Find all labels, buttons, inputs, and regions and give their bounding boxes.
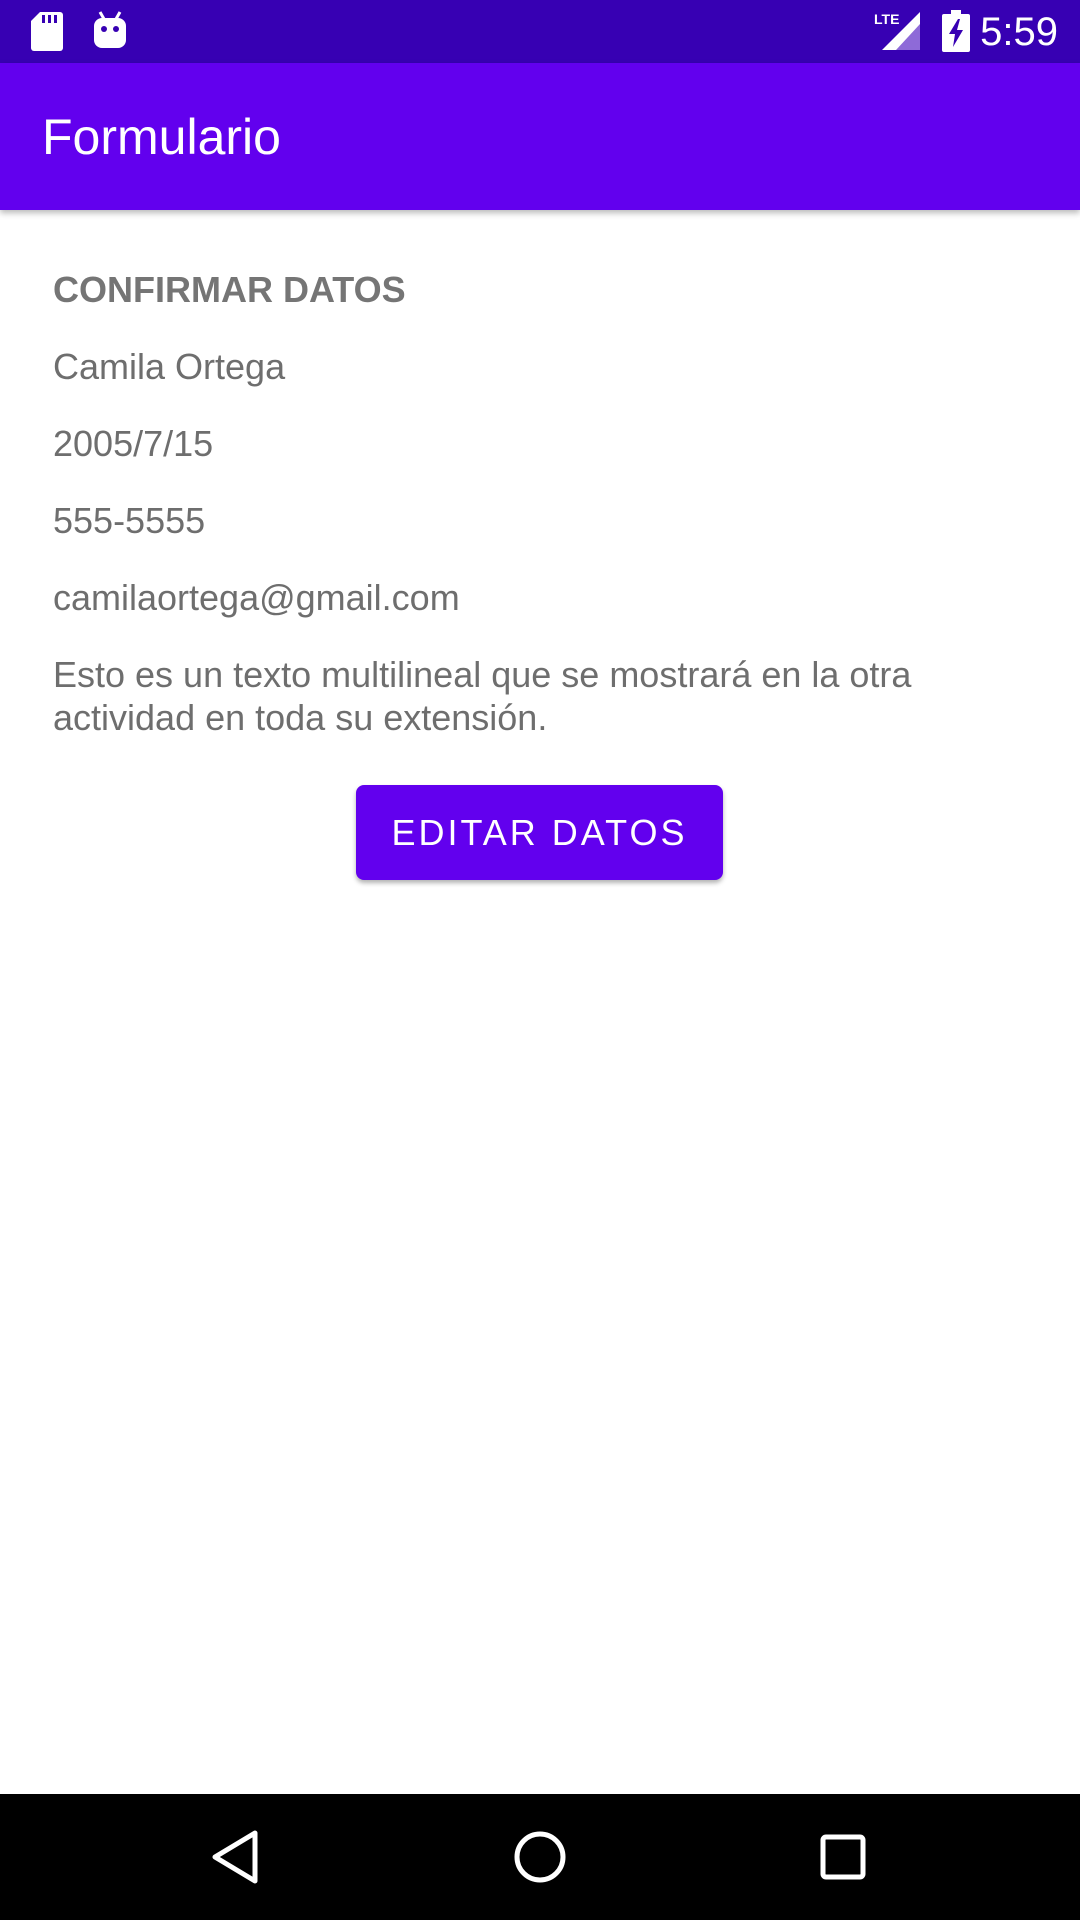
battery-charging-icon — [942, 10, 970, 52]
name-value: Camila Ortega — [53, 346, 286, 387]
android-debug-icon — [94, 11, 126, 48]
back-icon[interactable] — [207, 1827, 267, 1887]
app-bar: Formulario — [0, 63, 1080, 210]
status-bar: LTE 5:59 — [0, 0, 1080, 63]
recents-icon[interactable] — [813, 1827, 873, 1887]
description-value: Esto es un texto multilineal que se most… — [53, 654, 912, 738]
confirm-heading: CONFIRMAR DATOS — [53, 269, 406, 310]
email-value: camilaortega@gmail.com — [53, 577, 460, 618]
home-icon[interactable] — [510, 1827, 570, 1887]
edit-data-button[interactable]: EDITAR DATOS — [356, 785, 723, 880]
status-bar-clock: 5:59 — [980, 10, 1058, 54]
app-title: Formulario — [42, 109, 281, 165]
confirm-content: CONFIRMAR DATOS Camila Ortega 2005/7/15 … — [0, 210, 1080, 1794]
screen: LTE 5:59 Formulario CONFIRMAR DATOS Cami… — [0, 0, 1080, 1920]
navigation-bar — [0, 1794, 1080, 1920]
lte-signal-icon: LTE — [874, 11, 920, 50]
lte-label: LTE — [874, 11, 899, 27]
birth-date-value: 2005/7/15 — [53, 423, 214, 464]
phone-value: 555-5555 — [53, 500, 206, 541]
sd-card-icon — [31, 12, 63, 51]
